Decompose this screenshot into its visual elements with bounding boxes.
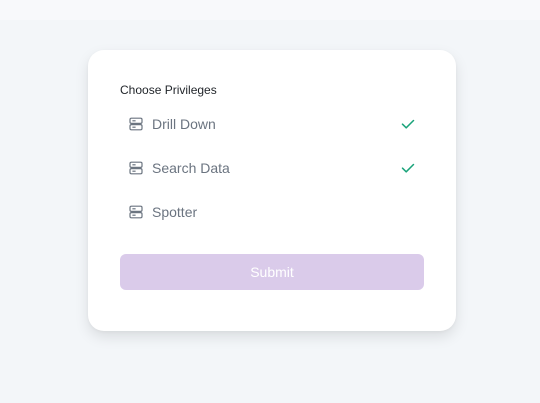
option-label: Spotter xyxy=(152,204,198,220)
section-label: Choose Privileges xyxy=(120,83,217,97)
check-icon xyxy=(400,116,416,132)
option-label: Drill Down xyxy=(152,116,216,132)
option-spotter[interactable]: Spotter xyxy=(120,198,424,226)
privileges-card: Choose Privileges Drill Down Search Data… xyxy=(88,50,456,331)
option-label: Search Data xyxy=(152,160,230,176)
top-bar xyxy=(0,0,540,20)
option-drill-down[interactable]: Drill Down xyxy=(120,110,424,138)
database-icon xyxy=(128,160,144,176)
check-icon xyxy=(400,160,416,176)
database-icon xyxy=(128,204,144,220)
submit-button[interactable]: Submit xyxy=(120,254,424,290)
database-icon xyxy=(128,116,144,132)
option-search-data[interactable]: Search Data xyxy=(120,154,424,182)
